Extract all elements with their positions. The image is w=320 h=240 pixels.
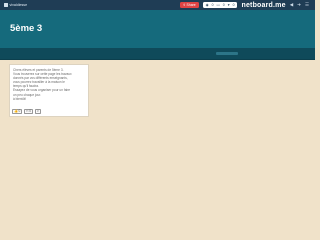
share-button[interactable]: ⇪ Share: [179, 2, 199, 8]
likes-count: 0: [232, 3, 235, 7]
board-stats: ◉ 0 ▭ 0 ♥ 0: [202, 2, 238, 8]
eye-icon: ◉: [205, 3, 209, 7]
board-title: 5ème 3: [10, 23, 43, 34]
views-count: 0: [211, 3, 214, 7]
comment-icon: ▭: [216, 3, 220, 7]
board-header: [0, 10, 315, 48]
share-icon: ⇪: [36, 109, 40, 114]
brand-logo[interactable]: netboard.me: [241, 2, 285, 9]
like-icon: ♥: [227, 3, 230, 7]
like-button[interactable]: 👍 0: [12, 109, 23, 114]
sound-icon[interactable]: ◀: [290, 0, 293, 10]
user-avatar-icon: [4, 3, 8, 7]
card-toolbar: 👍 0 ▭ 0 ⇪: [12, 109, 42, 114]
board-ruler: [0, 48, 315, 59]
menu-icon[interactable]: ☰: [305, 0, 309, 10]
login-icon[interactable]: ➜: [297, 0, 301, 10]
like-count: 0: [18, 109, 21, 114]
thumbs-up-icon: 👍: [14, 109, 18, 114]
user-menu[interactable]: vivaldiesse: [0, 3, 27, 7]
comment-button[interactable]: ▭ 0: [23, 109, 34, 114]
top-bar: vivaldiesse ⇪ Share ◉ 0 ▭ 0 ♥ 0 netboard…: [0, 0, 315, 10]
ruler-handle[interactable]: [216, 52, 238, 55]
comments-count: 0: [222, 3, 225, 7]
note-card[interactable]: Chers élèves et parents de 5ème 3. Vous …: [9, 64, 89, 117]
divider: [0, 59, 315, 60]
username-label: vivaldiesse: [9, 3, 28, 7]
comment-count: 0: [29, 109, 32, 114]
share-label: Share: [186, 3, 196, 7]
note-text: Chers élèves et parents de 5ème 3. Vous …: [13, 68, 72, 101]
share-icon: ⇪: [182, 3, 186, 7]
share-card-button[interactable]: ⇪: [34, 109, 42, 114]
